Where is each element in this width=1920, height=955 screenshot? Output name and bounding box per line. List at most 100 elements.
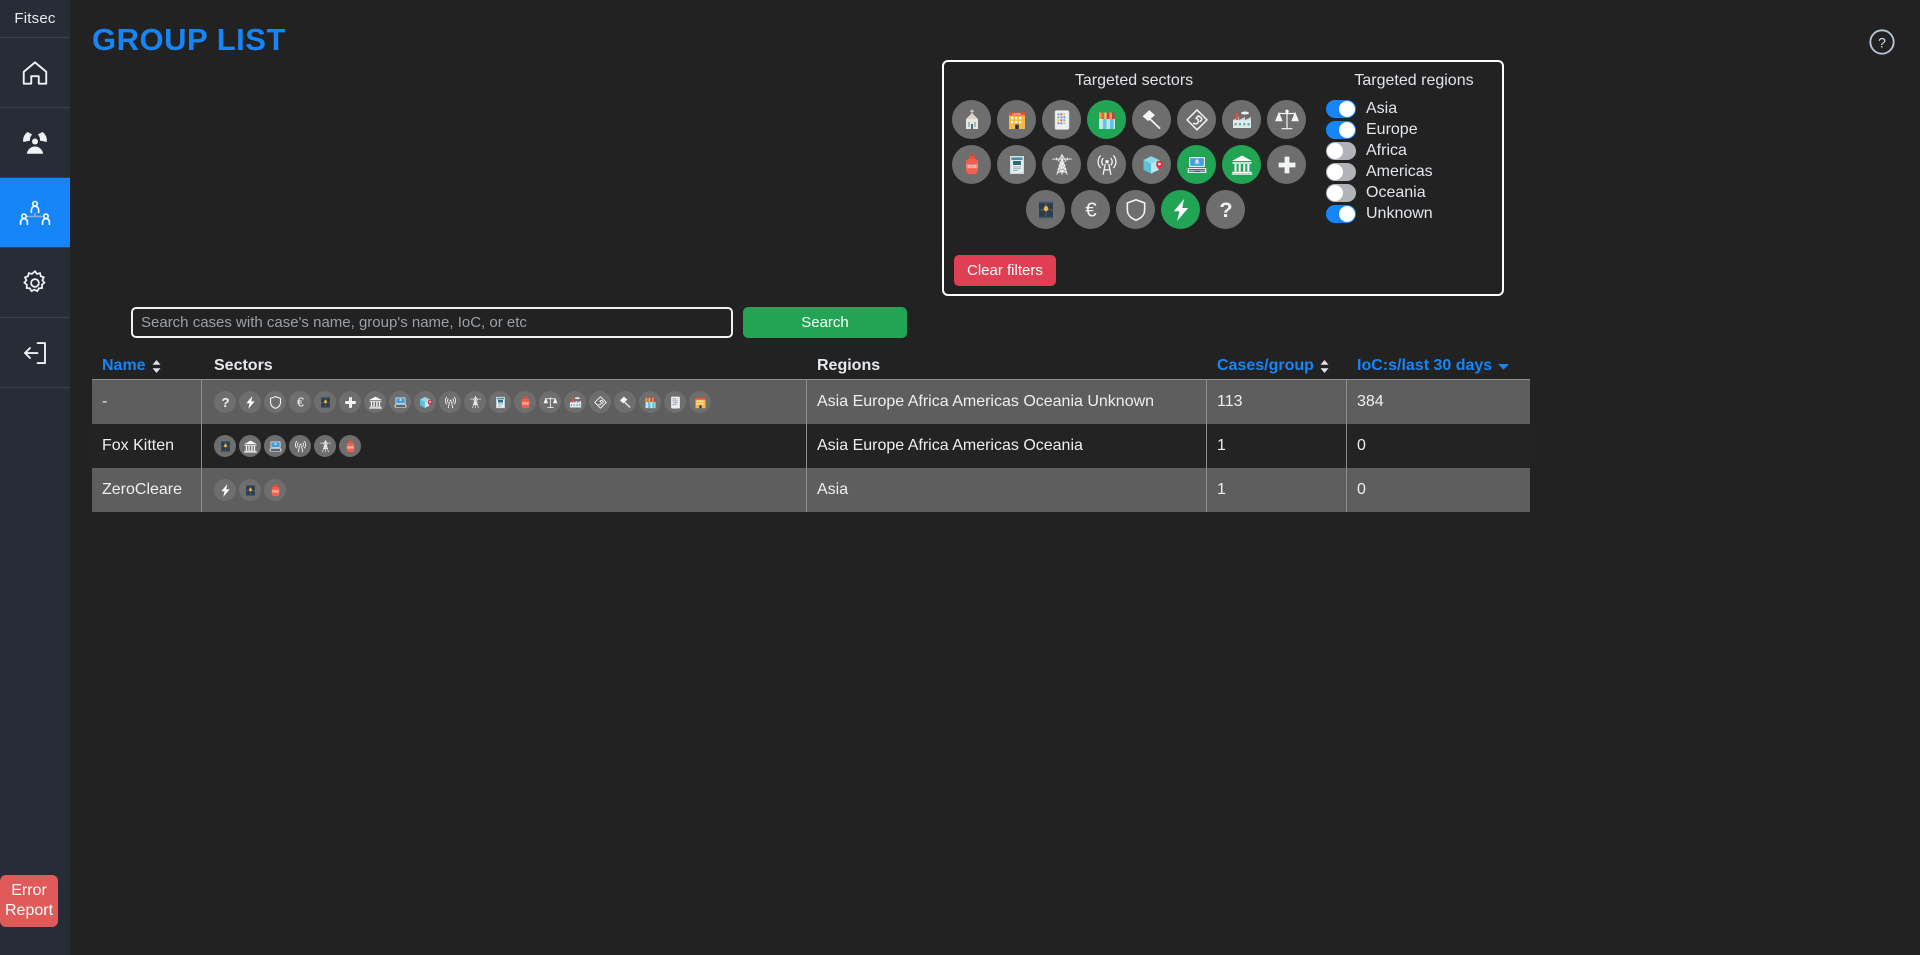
mini-chip-logistics-package[interactable] xyxy=(414,391,436,413)
mini-chip-tablet-apps[interactable] xyxy=(664,391,686,413)
mini-chip-factory[interactable] xyxy=(564,391,586,413)
cell-iocs-last-30-days: 384 xyxy=(1357,393,1384,410)
sector-chip-defense-shield[interactable] xyxy=(1116,190,1155,229)
svg-text:GAS: GAS xyxy=(522,401,528,405)
help-button[interactable]: ? xyxy=(1868,28,1896,56)
main-content: GROUP LIST ? Targeted sectors HOTEL GAS … xyxy=(70,0,1920,955)
mini-chip-engineering-wrench[interactable] xyxy=(589,391,611,413)
mini-chip-power-pylon[interactable] xyxy=(314,435,336,457)
sector-chip-oil-barrel[interactable] xyxy=(1026,190,1065,229)
mini-chip-technology-laptop[interactable] xyxy=(389,391,411,413)
svg-text:?: ? xyxy=(221,395,229,410)
table-row[interactable]: ZeroCleare GAS Asia 1 0 xyxy=(92,468,1530,512)
sector-chip-hotel[interactable]: HOTEL xyxy=(997,100,1036,139)
mini-chip-oil-barrel[interactable] xyxy=(239,479,261,501)
sector-chip-retail-store[interactable] xyxy=(1087,100,1126,139)
sector-row-2: GAS xyxy=(952,145,1316,184)
toggle-knob xyxy=(1339,122,1355,138)
toggle-asia[interactable] xyxy=(1326,100,1356,118)
svg-text:?: ? xyxy=(1878,34,1886,50)
region-row-europe[interactable]: Europe xyxy=(1326,121,1502,139)
mini-chip-media-document[interactable] xyxy=(489,391,511,413)
sidebar-item-threats[interactable] xyxy=(0,108,70,178)
cell-iocs-last-30-days: 0 xyxy=(1357,437,1366,454)
column-header-cases-per-group[interactable]: Cases/group xyxy=(1207,357,1347,375)
column-header-iocs-last-30-days-label: IoC:s/last 30 days xyxy=(1357,357,1493,374)
sector-chip-media-document[interactable] xyxy=(997,145,1036,184)
column-header-sectors-label: Sectors xyxy=(214,357,273,374)
cell-sectors: ? € GAS xyxy=(202,380,807,424)
sort-updown-icon xyxy=(151,359,162,374)
sector-chip-gas-cylinder[interactable]: GAS xyxy=(952,145,991,184)
region-row-africa[interactable]: Africa xyxy=(1326,142,1502,160)
table-row[interactable]: - ? € GAS Asia Europe Africa Americas Oc… xyxy=(92,380,1530,424)
mini-chip-oil-barrel[interactable] xyxy=(314,391,336,413)
region-row-americas[interactable]: Americas xyxy=(1326,163,1502,181)
mini-chip-unknown-question[interactable]: ? xyxy=(214,391,236,413)
toggle-europe[interactable] xyxy=(1326,121,1356,139)
sector-chip-government-bank[interactable] xyxy=(1222,145,1261,184)
search-bar: Search xyxy=(131,307,907,338)
sector-chip-legal-scales[interactable] xyxy=(1267,100,1306,139)
mini-chip-defense-shield[interactable] xyxy=(264,391,286,413)
mini-chip-hammer-construction[interactable] xyxy=(614,391,636,413)
region-label-europe: Europe xyxy=(1366,121,1418,138)
mini-chip-hotel[interactable] xyxy=(689,391,711,413)
mini-chip-healthcare-cross[interactable] xyxy=(339,391,361,413)
sector-chip-factory[interactable] xyxy=(1222,100,1261,139)
region-label-americas: Americas xyxy=(1366,163,1433,180)
mini-chip-telecom-antenna[interactable] xyxy=(439,391,461,413)
mini-chip-government-bank[interactable] xyxy=(364,391,386,413)
mini-chip-oil-barrel[interactable] xyxy=(214,435,236,457)
region-row-unknown[interactable]: Unknown xyxy=(1326,205,1502,223)
sidebar-item-groups[interactable] xyxy=(0,178,70,248)
mini-chip-gas-cylinder[interactable]: GAS xyxy=(339,435,361,457)
mini-chip-gas-cylinder[interactable]: GAS xyxy=(264,479,286,501)
page-title: GROUP LIST xyxy=(92,22,286,57)
mini-chip-energy-bolt[interactable] xyxy=(239,391,261,413)
toggle-africa[interactable] xyxy=(1326,142,1356,160)
mini-chip-power-pylon[interactable] xyxy=(464,391,486,413)
mini-chip-telecom-antenna[interactable] xyxy=(289,435,311,457)
gear-icon xyxy=(20,268,50,298)
sector-chip-energy-bolt[interactable] xyxy=(1161,190,1200,229)
sector-chip-finance-euro[interactable]: € xyxy=(1071,190,1110,229)
column-header-name[interactable]: Name xyxy=(92,357,202,375)
region-row-oceania[interactable]: Oceania xyxy=(1326,184,1502,202)
search-button[interactable]: Search xyxy=(743,307,907,338)
sector-chip-list: ? € GAS xyxy=(214,391,714,413)
toggle-unknown[interactable] xyxy=(1326,205,1356,223)
sector-chip-engineering-wrench[interactable] xyxy=(1177,100,1216,139)
sidebar-item-home[interactable] xyxy=(0,38,70,108)
region-row-asia[interactable]: Asia xyxy=(1326,100,1502,118)
sector-chip-power-pylon[interactable] xyxy=(1042,145,1081,184)
region-toggle-list: Asia Europe Africa Americas Oceania Unkn… xyxy=(1326,100,1502,223)
sector-chip-telecom-antenna[interactable] xyxy=(1087,145,1126,184)
mini-chip-energy-bolt[interactable] xyxy=(214,479,236,501)
toggle-americas[interactable] xyxy=(1326,163,1356,181)
sector-chip-church[interactable] xyxy=(952,100,991,139)
sector-chip-logistics-package[interactable] xyxy=(1132,145,1171,184)
mini-chip-retail-store[interactable] xyxy=(639,391,661,413)
toggle-knob xyxy=(1327,164,1343,180)
column-header-regions: Regions xyxy=(807,357,1207,375)
table-row[interactable]: Fox Kitten GAS Asia Europe Africa Americ… xyxy=(92,424,1530,468)
sector-chip-tablet-apps[interactable] xyxy=(1042,100,1081,139)
clear-filters-button[interactable]: Clear filters xyxy=(954,255,1056,286)
error-report-button[interactable]: Error Report xyxy=(0,875,58,927)
sector-chip-technology-laptop[interactable] xyxy=(1177,145,1216,184)
mini-chip-legal-scales[interactable] xyxy=(539,391,561,413)
column-header-iocs-last-30-days[interactable]: IoC:s/last 30 days xyxy=(1347,357,1530,375)
mini-chip-finance-euro[interactable]: € xyxy=(289,391,311,413)
sidebar-item-logout[interactable] xyxy=(0,318,70,388)
mini-chip-technology-laptop[interactable] xyxy=(264,435,286,457)
mini-chip-government-bank[interactable] xyxy=(239,435,261,457)
sidebar-item-settings[interactable] xyxy=(0,248,70,318)
sector-chip-hammer-construction[interactable] xyxy=(1132,100,1171,139)
sector-chip-healthcare-cross[interactable] xyxy=(1267,145,1306,184)
sector-chip-unknown-question[interactable]: ? xyxy=(1206,190,1245,229)
column-header-regions-label: Regions xyxy=(817,357,881,374)
search-input[interactable] xyxy=(131,307,733,338)
toggle-oceania[interactable] xyxy=(1326,184,1356,202)
mini-chip-gas-cylinder[interactable]: GAS xyxy=(514,391,536,413)
